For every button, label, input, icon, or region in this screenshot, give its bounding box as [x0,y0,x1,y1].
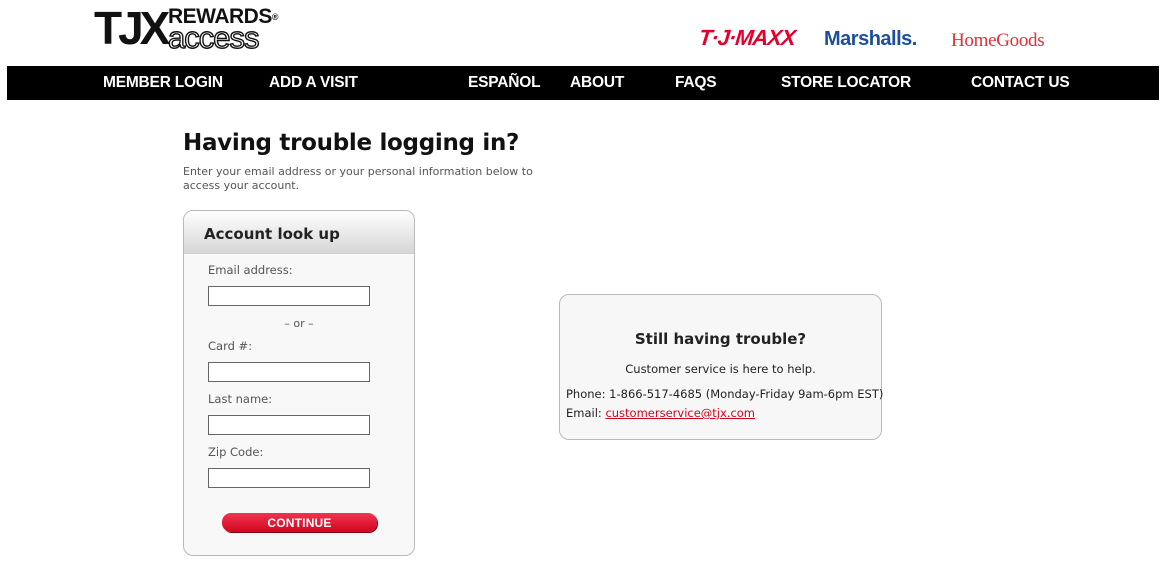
nav-member-login[interactable]: MEMBER LOGIN [103,66,223,100]
last-name-field[interactable] [208,415,370,435]
marshalls-logo[interactable]: Marshalls. [824,28,917,51]
card-number-label: Card #: [208,339,253,353]
phone-prefix: Phone: [566,387,606,401]
homegoods-logo[interactable]: HomeGoods [951,30,1045,52]
last-name-label: Last name: [208,392,273,406]
page-subtitle: Enter your email address or your persona… [183,165,533,192]
email-prefix: Email: [566,406,602,420]
help-phone-line: Phone: 1-866-517-4685 (Monday-Friday 9am… [566,387,883,401]
nav-faqs[interactable]: FAQS [675,66,717,100]
account-lookup-panel: Account look up Email address: – or – Ca… [183,210,415,556]
help-subtitle: Customer service is here to help. [625,362,816,376]
tjx-rewards-access-logo[interactable]: TJX REWARDS® access [94,2,304,55]
nav-about[interactable]: ABOUT [570,66,624,100]
logo-tjx-text: TJX [94,2,170,54]
tjmaxx-logo[interactable]: T·J·MAXX [698,25,797,51]
zip-code-label: Zip Code: [208,445,264,459]
customer-service-panel: Still having trouble? Customer service i… [559,294,883,440]
continue-button[interactable]: CONTINUE [222,513,377,532]
logo-access-text: access [167,20,260,55]
help-email-line: Email: customerservice@tjx.com [566,406,755,420]
email-field[interactable] [208,286,370,306]
nav-contact-us[interactable]: CONTACT US [971,66,1070,100]
help-title: Still having trouble? [634,330,807,348]
account-lookup-title: Account look up [204,225,340,243]
nav-store-locator[interactable]: STORE LOCATOR [781,66,911,100]
nav-espanol[interactable]: ESPAÑOL [468,66,541,100]
customer-service-email-link[interactable]: customerservice@tjx.com [605,406,755,420]
page-title: Having trouble logging in? [183,130,520,156]
card-number-field[interactable] [208,362,370,382]
phone-number: 1-866-517-4685 (Monday-Friday 9am-6pm ES… [609,387,884,401]
main-nav: MEMBER LOGIN ADD A VISIT ESPAÑOL ABOUT F… [7,66,1159,100]
zip-code-field[interactable] [208,468,370,488]
or-separator: – or – [284,317,314,330]
email-label: Email address: [208,263,293,277]
nav-add-a-visit[interactable]: ADD A VISIT [269,66,358,100]
